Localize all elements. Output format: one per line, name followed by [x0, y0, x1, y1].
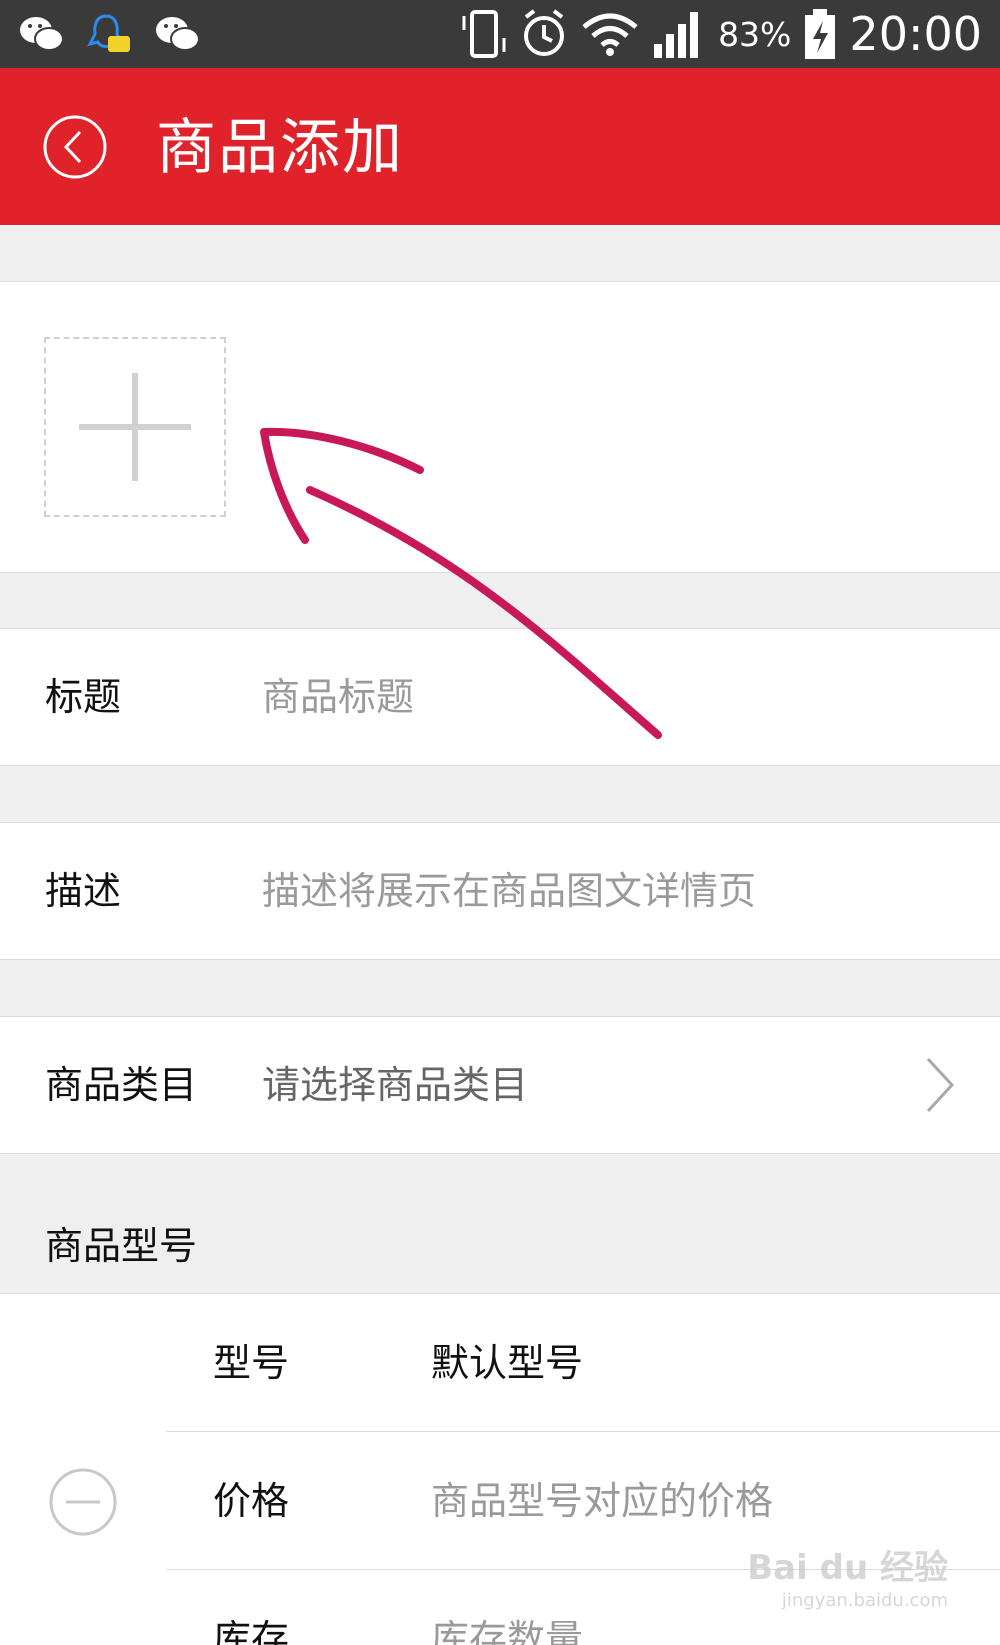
watermark-url: jingyan.baidu.com: [781, 1590, 948, 1611]
minus-circle-icon[interactable]: [48, 1467, 118, 1537]
model-label: 型号: [213, 1341, 290, 1385]
category-label: 商品类目: [45, 1063, 198, 1107]
description-label: 描述: [45, 869, 122, 913]
qq-icon: [87, 14, 130, 52]
wechat-icon: [20, 17, 64, 51]
chevron-right-icon: [926, 1057, 955, 1113]
battery-charging-icon: [805, 9, 836, 59]
signal-icon: [654, 12, 699, 58]
back-circle-icon[interactable]: [42, 114, 108, 180]
add-image-button[interactable]: [44, 337, 226, 517]
vibrate-icon: [462, 10, 506, 58]
title-input[interactable]: 商品标题: [262, 629, 922, 765]
alarm-icon: [524, 9, 565, 56]
price-input[interactable]: 商品型号对应的价格: [431, 1432, 773, 1570]
clock: 20:00: [849, 7, 982, 61]
stock-input[interactable]: 库存数量: [431, 1570, 583, 1645]
description-input[interactable]: 描述将展示在商品图文详情页: [262, 823, 922, 959]
wechat-icon: [156, 17, 200, 51]
battery-percent: 83%: [718, 14, 792, 54]
wifi-icon: [582, 13, 638, 56]
status-bar: 83% 20:00: [0, 0, 1000, 68]
page-title: 商品添加: [156, 113, 404, 183]
description-row: 描述 描述将展示在商品图文详情页: [0, 822, 1000, 960]
model-row: 型号 默认型号: [166, 1294, 1000, 1432]
plus-icon: [79, 373, 191, 481]
image-upload-panel: [0, 281, 1000, 573]
stock-label: 库存: [213, 1617, 290, 1645]
app-bar: 商品添加: [0, 68, 1000, 225]
title-row: 标题 商品标题: [0, 628, 1000, 766]
model-input[interactable]: 默认型号: [431, 1294, 583, 1432]
category-selector[interactable]: 商品类目 请选择商品类目: [0, 1016, 1000, 1154]
watermark: Bai du 经验: [747, 1548, 948, 1588]
variants-section-title: 商品型号: [45, 1224, 198, 1268]
price-label: 价格: [213, 1479, 290, 1523]
category-value: 请选择商品类目: [262, 1063, 529, 1107]
title-label: 标题: [45, 675, 122, 719]
